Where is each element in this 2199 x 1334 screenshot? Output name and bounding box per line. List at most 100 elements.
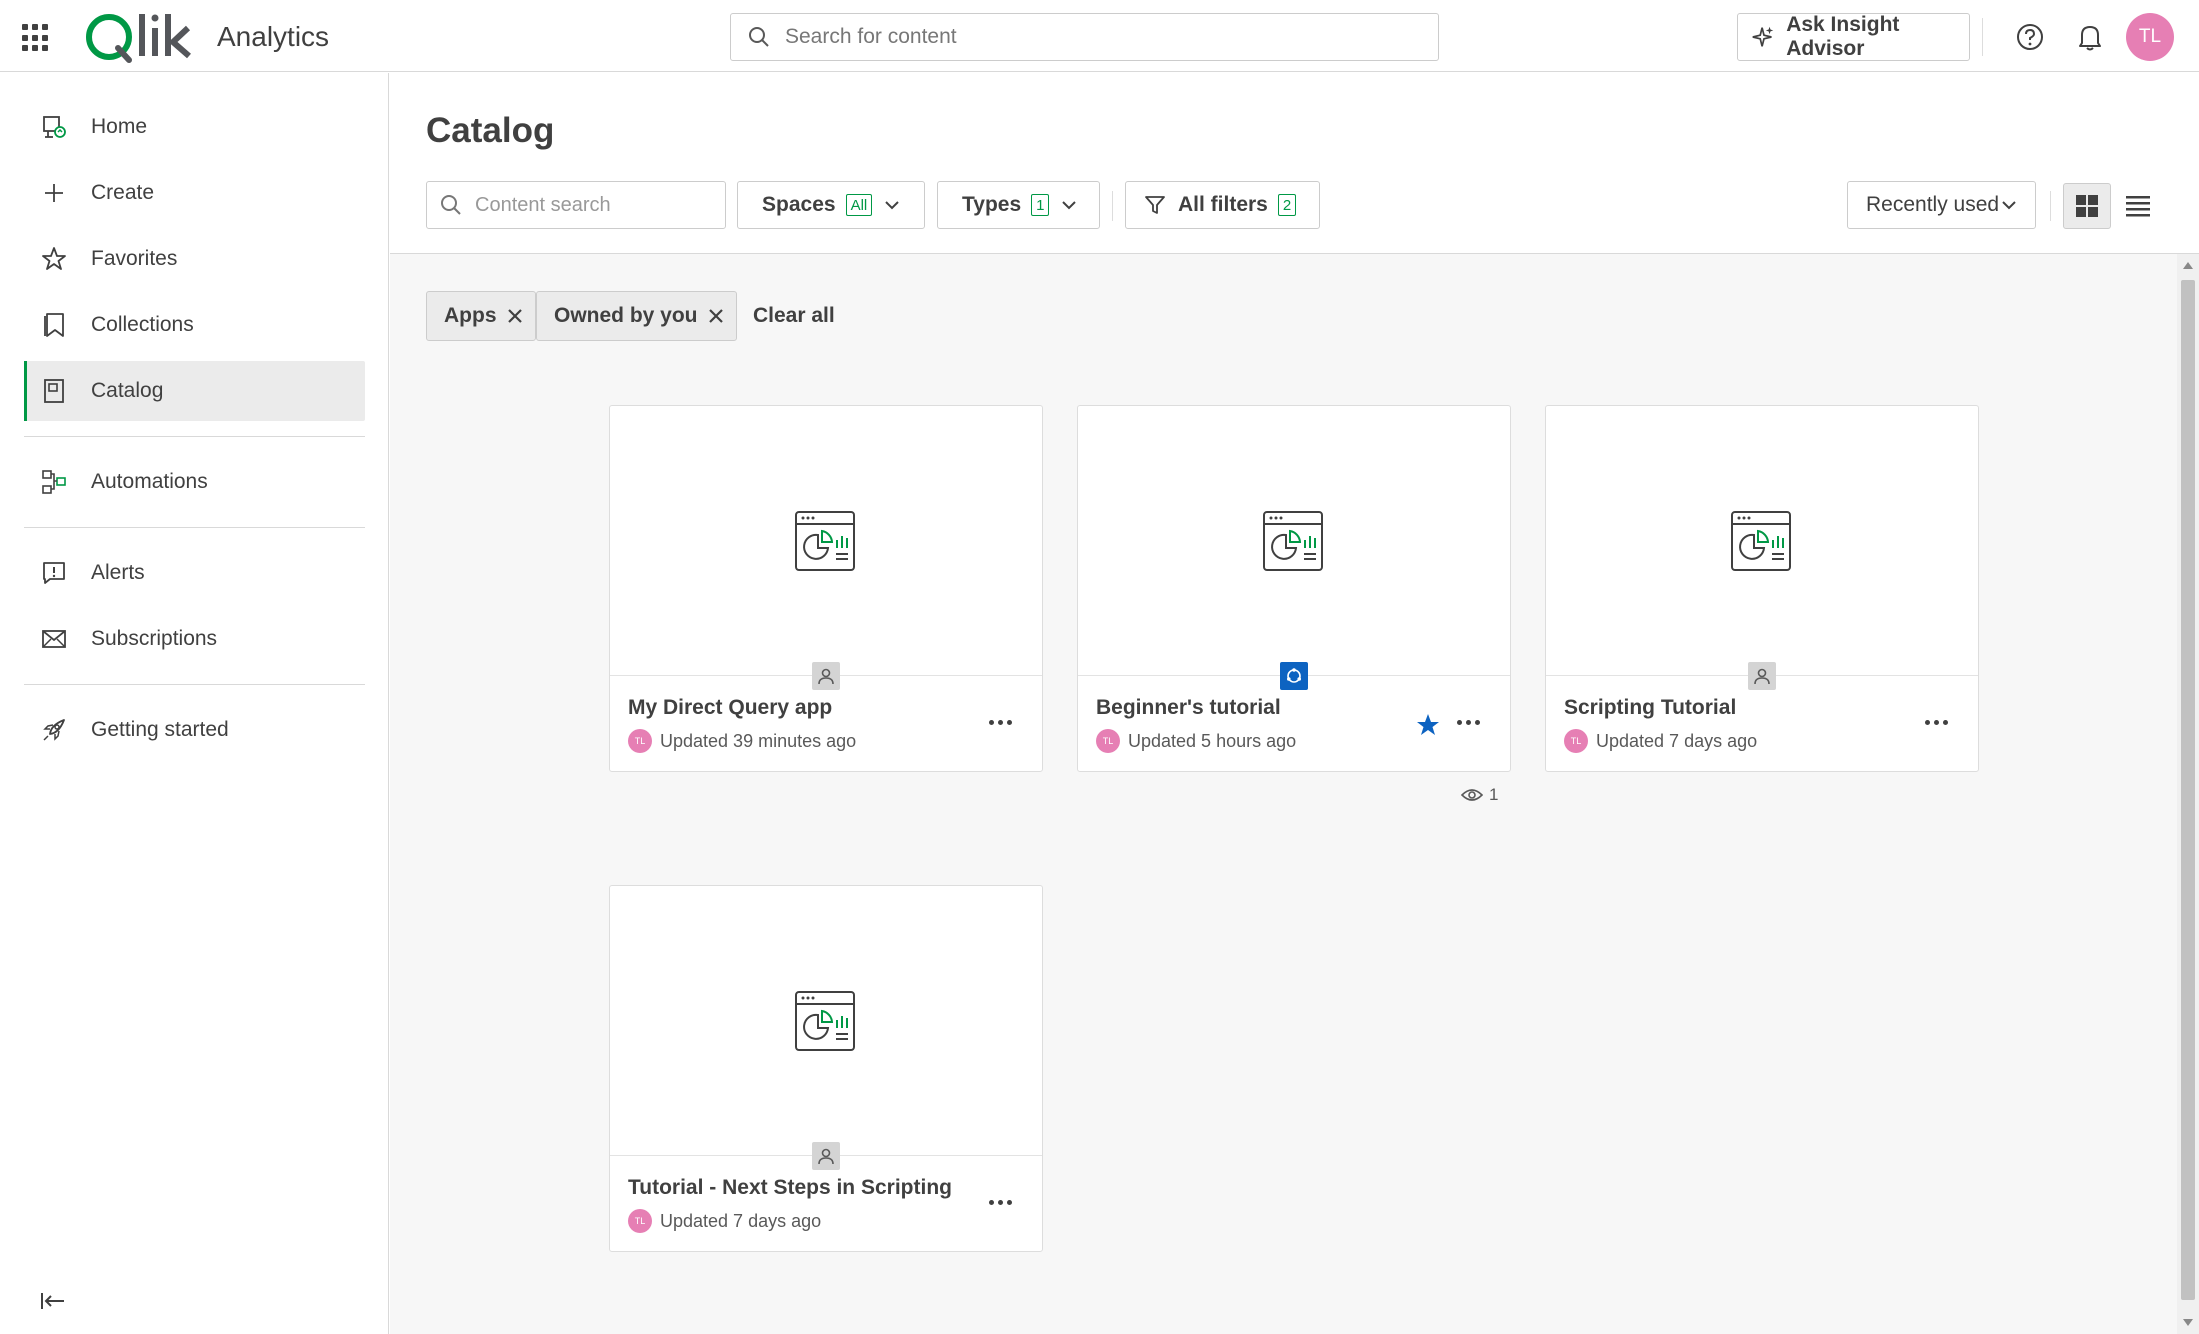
sidebar-item-label: Collections (91, 313, 194, 336)
owner-avatar: TL (1096, 729, 1120, 753)
global-search[interactable] (730, 13, 1439, 61)
more-options-icon[interactable] (983, 714, 1018, 731)
home-icon (40, 113, 68, 141)
automation-icon (40, 468, 68, 496)
app-thumbnail (610, 886, 1042, 1156)
mail-icon (40, 625, 68, 653)
app-card-updated: Updated 5 hours ago (1128, 730, 1297, 751)
app-card[interactable]: Scripting Tutorial TL Updated 7 days ago (1545, 405, 1979, 772)
types-filter-label: Types (962, 193, 1022, 216)
types-filter-button[interactable]: Types 1 (937, 181, 1100, 229)
chevron-down-icon (885, 201, 899, 210)
sidebar-item-subscriptions[interactable]: Subscriptions (24, 609, 365, 669)
help-icon[interactable] (2016, 23, 2044, 51)
catalog-content: Apps Owned by you Clear all My Direct Qu… (390, 254, 2177, 1334)
sidebar-item-label: Automations (91, 470, 208, 493)
more-options-icon[interactable] (1451, 714, 1486, 731)
app-icon (795, 991, 855, 1051)
notification-bell-icon[interactable] (2076, 22, 2104, 52)
sidebar-divider (24, 684, 365, 685)
star-icon (40, 245, 68, 273)
sidebar-item-alerts[interactable]: Alerts (24, 543, 365, 603)
owner-avatar: TL (1564, 729, 1588, 753)
sidebar-item-label: Favorites (91, 247, 178, 270)
app-card-updated: Updated 7 days ago (660, 1210, 822, 1231)
sidebar-item-automations[interactable]: Automations (24, 452, 365, 512)
user-avatar[interactable]: TL (2126, 13, 2174, 61)
sidebar-divider (24, 527, 365, 528)
app-card-title[interactable]: Scripting Tutorial (1564, 696, 1736, 720)
content-search[interactable] (426, 181, 726, 229)
sidebar-item-home[interactable]: Home (24, 97, 365, 157)
search-icon (441, 195, 461, 215)
catalog-icon (40, 377, 68, 405)
all-filters-button[interactable]: All filters 2 (1125, 181, 1320, 229)
app-card-title[interactable]: My Direct Query app (628, 696, 832, 720)
sidebar: Home Create Favorites Collections Catalo… (0, 73, 389, 1334)
app-launcher-icon[interactable] (22, 24, 50, 52)
sidebar-item-favorites[interactable]: Favorites (24, 229, 365, 289)
personal-space-icon (1748, 662, 1776, 690)
content-search-input[interactable] (475, 193, 715, 217)
list-view-button[interactable] (2114, 183, 2162, 229)
owner-avatar: TL (628, 729, 652, 753)
sidebar-item-collections[interactable]: Collections (24, 295, 365, 355)
plus-icon (40, 179, 68, 207)
global-search-input[interactable] (785, 25, 1385, 49)
scroll-down-arrow-icon[interactable] (2183, 1319, 2193, 1326)
filter-chip-owned-by-you: Owned by you (536, 291, 737, 341)
sparkle-icon (1752, 26, 1774, 47)
chevron-down-icon (1062, 201, 1077, 210)
app-card-title[interactable]: Beginner's tutorial (1096, 696, 1281, 720)
all-filters-badge: 2 (1277, 194, 1297, 216)
alert-icon (40, 559, 68, 587)
more-options-icon[interactable] (983, 1194, 1018, 1211)
more-options-icon[interactable] (1919, 714, 1954, 731)
eye-icon (1461, 789, 1483, 801)
close-icon[interactable] (708, 308, 724, 324)
app-icon (1731, 511, 1791, 571)
app-card-title[interactable]: Tutorial - Next Steps in Scripting (628, 1176, 952, 1200)
collapse-sidebar-icon[interactable] (40, 1290, 66, 1312)
page-title: Catalog (426, 111, 555, 150)
sidebar-item-label: Getting started (91, 718, 229, 741)
chevron-down-icon (2002, 201, 2016, 210)
product-name: Analytics (217, 21, 330, 52)
list-view-icon (2126, 196, 2150, 217)
sidebar-item-label: Alerts (91, 561, 145, 584)
top-bar: Analytics Ask Insight Advisor TL (0, 0, 2199, 72)
spaces-filter-button[interactable]: Spaces All (737, 181, 925, 229)
owner-avatar: TL (628, 1209, 652, 1233)
sort-dropdown[interactable]: Recently used (1847, 181, 2036, 229)
grid-view-button[interactable] (2063, 183, 2111, 229)
ask-insight-advisor-label: Ask Insight Advisor (1786, 13, 1900, 60)
all-filters-label: All filters (1178, 193, 1268, 216)
favorite-star-icon[interactable] (1415, 712, 1441, 738)
personal-space-icon (812, 1142, 840, 1170)
app-card-meta: TL Updated 39 minutes ago (628, 729, 856, 753)
app-thumbnail (1078, 406, 1510, 676)
qlik-logo[interactable] (84, 8, 194, 64)
view-count: 1 (1461, 785, 1498, 805)
scrollbar-thumb[interactable] (2181, 280, 2195, 1300)
close-icon[interactable] (507, 308, 523, 324)
grid-view-icon (2076, 195, 2098, 217)
app-card-updated: Updated 39 minutes ago (660, 730, 857, 751)
sidebar-item-catalog[interactable]: Catalog (24, 361, 365, 421)
filter-icon (1145, 196, 1165, 214)
app-card-meta: TL Updated 7 days ago (1564, 729, 1757, 753)
rocket-icon (40, 716, 68, 744)
filter-chip-apps: Apps (426, 291, 536, 341)
app-card[interactable]: My Direct Query app TL Updated 39 minute… (609, 405, 1043, 772)
sidebar-item-getting-started[interactable]: Getting started (24, 700, 365, 760)
ask-insight-advisor-button[interactable]: Ask Insight Advisor (1737, 13, 1970, 61)
sidebar-item-create[interactable]: Create (24, 163, 365, 223)
app-icon (1263, 511, 1323, 571)
clear-all-button[interactable]: Clear all (753, 304, 835, 328)
app-card[interactable]: Tutorial - Next Steps in Scripting TL Up… (609, 885, 1043, 1252)
app-card-meta: TL Updated 7 days ago (628, 1209, 821, 1233)
scroll-up-arrow-icon[interactable] (2183, 262, 2193, 269)
app-card[interactable]: Beginner's tutorial TL Updated 5 hours a… (1077, 405, 1511, 772)
personal-space-icon (812, 662, 840, 690)
vertical-scrollbar[interactable] (2177, 254, 2199, 1334)
